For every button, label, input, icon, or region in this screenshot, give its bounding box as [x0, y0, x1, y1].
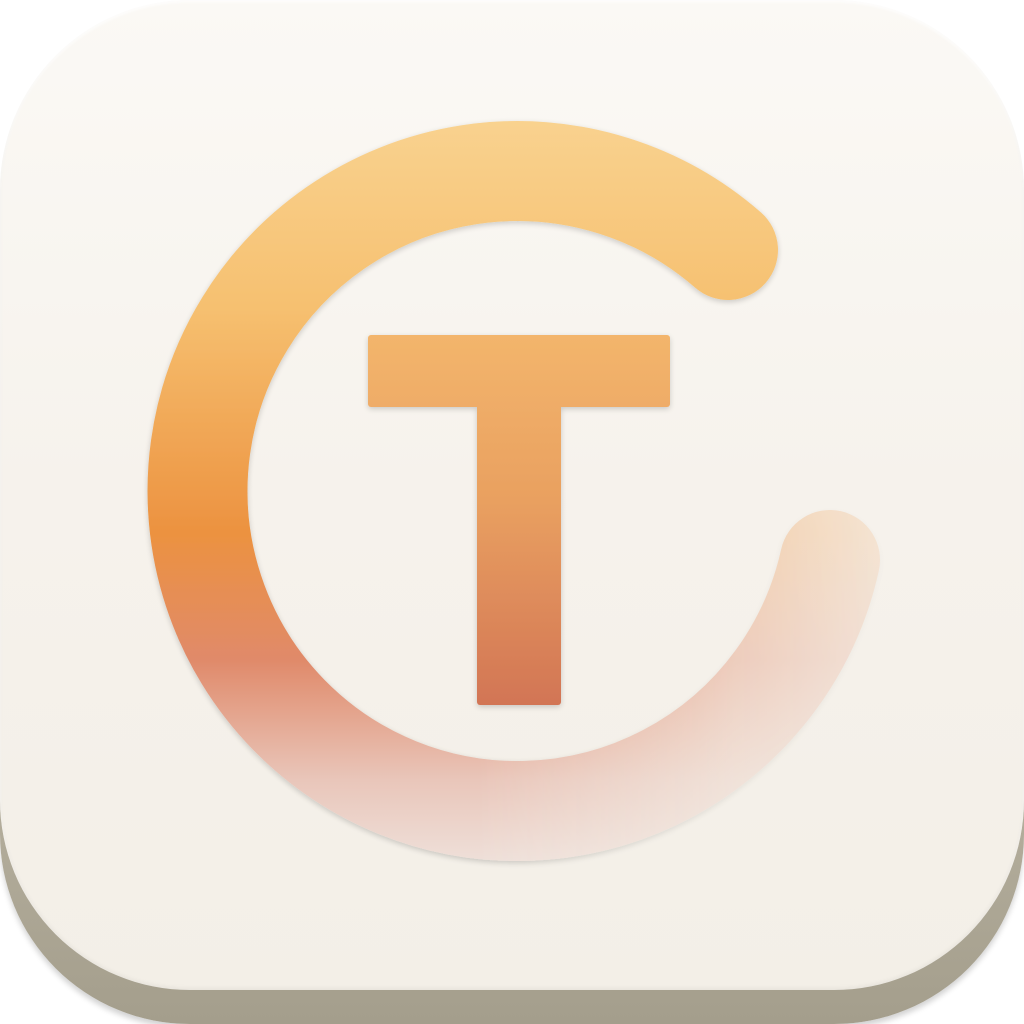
letter-t-icon	[368, 335, 670, 705]
app-icon[interactable]	[0, 0, 1024, 1024]
logo-graphic	[147, 121, 880, 862]
icon-face	[0, 0, 1024, 990]
